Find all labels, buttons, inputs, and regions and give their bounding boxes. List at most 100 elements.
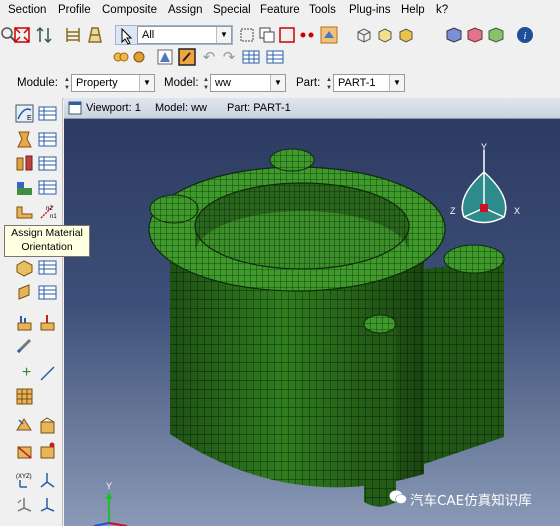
coordinate-triad-icon: Y [93,481,128,526]
render-shaded-icon[interactable] [487,26,505,44]
create-material-icon[interactable]: E [15,104,34,123]
section-manager-icon[interactable] [38,130,57,149]
edit-attributes-icon[interactable] [15,336,34,355]
partition-cell-icon[interactable] [15,416,34,435]
viewport-title: Viewport: 1 [86,102,141,114]
toolbox: E n2 n1 + (XYZ) [0,98,63,526]
assign-section-icon[interactable] [15,154,34,173]
triad-x-label: X [514,206,520,216]
undo-icon[interactable]: ↶ [200,48,218,66]
layup-manager-icon[interactable] [38,258,57,277]
model-combo[interactable]: ww ▼ [210,74,286,92]
query-info-icon[interactable] [64,26,82,44]
module-value: Property [76,77,118,89]
repair-icon[interactable] [38,441,57,460]
tooltip-assign-material-orientation: Assign Material Orientation [4,225,90,257]
partition-edge-icon[interactable] [15,441,34,460]
datum-csys-icon[interactable] [38,470,57,489]
special-springs-icon[interactable] [38,313,57,332]
chevron-down-icon: ▼ [216,27,231,43]
menu-assign[interactable]: Assign [168,4,203,16]
create-section-icon[interactable] [15,130,34,149]
pan-icon[interactable] [35,26,53,44]
select-entity-icon[interactable] [320,26,338,44]
menu-profile[interactable]: Profile [58,4,91,16]
skin-manager-icon[interactable] [38,283,57,302]
display-group-icon[interactable] [156,48,174,66]
assign-beam-orientation-icon[interactable] [15,202,34,221]
create-datum-point-icon[interactable]: + [17,364,36,383]
info-icon[interactable]: i [516,26,534,44]
view-triad-icon: Y Z X [450,142,520,224]
view-front-icon[interactable] [376,26,394,44]
composite-layup-icon[interactable] [15,258,34,277]
drag-select-icon[interactable] [278,26,296,44]
fit-view-icon[interactable] [13,26,31,44]
query-tools-icon[interactable] [86,26,104,44]
render-wireframe-icon[interactable] [445,26,463,44]
create-profile-icon[interactable] [15,178,34,197]
partition-icon[interactable] [112,48,130,66]
menu-plug-ins[interactable]: Plug-ins [349,4,391,16]
selection-filter-value: All [142,29,155,41]
chevron-down-icon: ▼ [139,75,154,91]
special-inertia-icon[interactable] [15,313,34,332]
viewport-canvas[interactable]: Y Z X Y 汽车CAE仿真知识库 [64,119,560,526]
highlight-icon[interactable] [178,48,196,66]
module-combo[interactable]: Property ▼ [71,74,155,92]
toolbar: All ▼ i ↶ ↷ [0,22,560,69]
viewport-part: Part: PART-1 [227,102,291,114]
chevron-down-icon: ▼ [389,75,404,91]
redo-icon[interactable]: ↷ [220,48,238,66]
view-iso-icon[interactable] [355,26,373,44]
selection-filter-combo[interactable]: All ▼ [137,26,232,44]
part-value: PART-1 [338,77,376,89]
manager-table-icon[interactable] [266,48,284,66]
svg-text:n2: n2 [46,206,53,212]
viewport-model: Model: ww [155,102,207,114]
section-assign-manager-icon[interactable] [38,154,57,173]
menu-special[interactable]: Special [213,4,251,16]
translate-csys-icon[interactable] [38,494,57,513]
menu-help[interactable]: Help [401,4,425,16]
menu-section[interactable]: Section [8,4,46,16]
menu-tools[interactable]: Tools [309,4,336,16]
part-combo[interactable]: PART-1 ▼ [333,74,405,92]
model-spin-icon[interactable]: ▲ ▼ [202,76,210,94]
part-label: Part: [296,77,321,89]
partition-face-icon[interactable] [38,416,57,435]
create-datum-plane-icon[interactable] [15,387,34,406]
bottom-triad-y-label: Y [106,481,112,491]
render-hidden-icon[interactable] [466,26,484,44]
part-spin-icon[interactable]: ▲ ▼ [325,76,333,94]
whats-this-icon[interactable]: k? [436,4,448,16]
material-manager-icon[interactable] [38,104,57,123]
module-label: Module: [17,77,58,89]
coordinate-system-icon[interactable]: (XYZ) [15,470,34,489]
menu-feature[interactable]: Feature [260,4,300,16]
assign-material-orientation-icon[interactable]: n2n1 [38,202,57,221]
copy-select-icon[interactable] [258,26,276,44]
menu-bar: Section Profile Composite Assign Special… [0,0,560,23]
menu-composite[interactable]: Composite [102,4,157,16]
module-spin-icon[interactable]: ▲ ▼ [63,76,71,94]
select-arrow-icon[interactable] [118,27,136,45]
triad-z-label: Z [450,206,456,216]
create-datum-axis-icon[interactable] [38,364,57,383]
grid-table-icon[interactable] [242,48,260,66]
view-shaded-icon[interactable] [397,26,415,44]
selection-toolbar: All ▼ [115,25,233,45]
select-nodes-icon[interactable] [298,26,316,44]
watermark-text: 汽车CAE仿真知识库 [410,493,532,509]
profile-manager-icon[interactable] [38,178,57,197]
rotate-csys-icon[interactable] [15,494,34,513]
viewport[interactable]: Viewport: 1 Model: ww Part: PART-1 Y Z X… [64,98,560,526]
model-value: ww [215,77,231,89]
svg-text:i: i [523,30,526,42]
model-label: Model: [164,77,199,89]
skin-icon[interactable] [15,283,34,302]
select-box-icon[interactable] [238,26,256,44]
datum-icon[interactable] [130,48,148,66]
viewport-titlebar: Viewport: 1 Model: ww Part: PART-1 [64,98,560,119]
wechat-icon [389,490,407,504]
